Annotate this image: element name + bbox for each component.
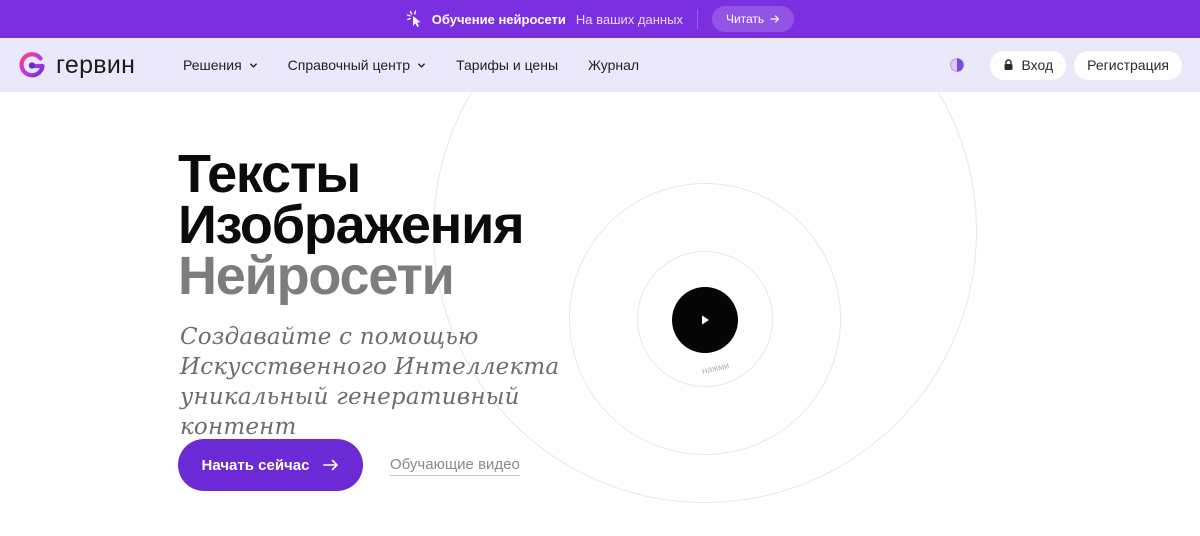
promo: Обучение нейросети На ваших данных [406,10,683,28]
read-button[interactable]: Читать [711,6,795,32]
nav-item-solutions[interactable]: Решения [183,57,258,73]
play-hint: нажми [701,360,730,376]
play-button[interactable] [672,287,738,353]
read-button-label: Читать [725,12,765,26]
divider [696,9,698,29]
training-videos-link[interactable]: Обучающие видео [390,456,520,476]
logo[interactable]: гервин [18,51,183,80]
nav-item-journal[interactable]: Журнал [588,57,639,73]
nav-label: Тарифы и цены [456,57,559,73]
logo-text: гервин [56,50,136,79]
play-icon [702,315,709,325]
nav-label: Журнал [588,57,640,73]
main-nav: Решения Справочный центр Тарифы и цены Ж… [183,57,639,73]
announcement-bar: Обучение нейросети На ваших данных Читат… [0,0,1200,38]
promo-title: Обучение нейросети [431,11,566,27]
arrow-right-icon [323,459,339,471]
hero-subtitle: Создавайте с помощью Искусственного Инте… [180,324,560,440]
site-header: гервин Решения Справочный центр Тарифы и… [0,38,1200,92]
cta-label: Начать сейчас [201,456,310,474]
chevron-down-icon [418,62,425,68]
hero-line-neural: Нейросети [178,246,455,306]
lock-icon [1004,59,1013,70]
header-actions: Вход Регистрация [942,50,1182,80]
nav-item-help-center[interactable]: Справочный центр [288,57,426,73]
nav-label: Справочный центр [287,57,411,73]
start-now-button[interactable]: Начать сейчас [178,439,363,491]
half-circle-theme-icon [950,58,965,72]
nav-item-pricing[interactable]: Тарифы и цены [456,57,558,73]
register-label: Регистрация [1087,57,1169,73]
gervin-logo-icon [19,52,45,78]
nav-label: Решения [183,57,242,73]
login-button[interactable]: Вход [990,50,1067,80]
arrow-right-icon [770,15,780,23]
register-button[interactable]: Регистрация [1074,50,1182,80]
theme-toggle[interactable] [942,50,972,80]
login-label: Вход [1021,57,1054,73]
promo-subtitle: На ваших данных [575,11,683,27]
cursor-click-icon [406,10,421,27]
chevron-down-icon [249,62,257,68]
